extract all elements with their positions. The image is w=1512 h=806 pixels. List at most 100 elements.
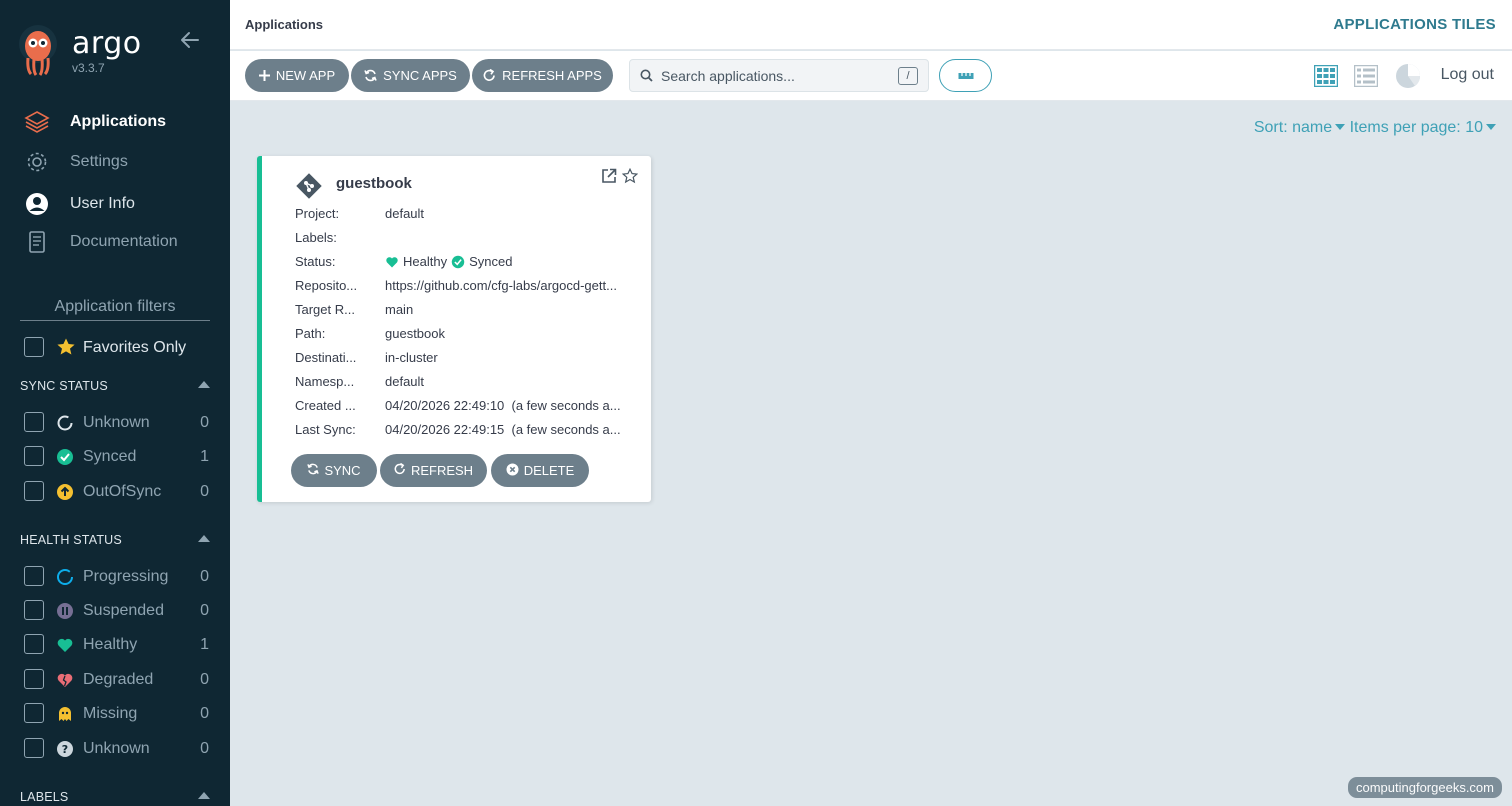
search-input[interactable] (661, 64, 891, 88)
new-app-button[interactable]: NEW APP (245, 59, 349, 92)
sync-label: SYNC (324, 463, 361, 478)
logout-link[interactable]: Log out (1441, 66, 1494, 84)
sidebar-item-applications[interactable]: Applications (24, 108, 166, 136)
favorites-only-checkbox[interactable] (24, 337, 44, 357)
filter-checkbox[interactable] (24, 600, 44, 620)
star-outline-icon[interactable] (622, 168, 638, 184)
grid-icon (1314, 65, 1338, 87)
filter-label: Unknown (83, 414, 150, 431)
pause-circle-icon (56, 602, 74, 620)
application-tile-guestbook[interactable]: guestbook Project: default Labels: Statu… (257, 156, 651, 502)
question-circle-icon: ? (56, 740, 74, 758)
refresh-icon (394, 462, 406, 478)
sidebar-item-label: Applications (70, 113, 167, 130)
filter-label: Progressing (83, 568, 169, 585)
sync-apps-label: SYNC APPS (383, 68, 457, 83)
list-view-toggle[interactable] (1353, 64, 1379, 88)
filter-label: Suspended (83, 602, 164, 619)
field-label: Project: (295, 206, 340, 221)
field-value: in-cluster (385, 350, 438, 365)
filter-row-healthy[interactable]: Healthy 1 (24, 634, 214, 656)
filter-count: 1 (200, 636, 209, 653)
filter-label: Unknown (83, 740, 150, 757)
filter-count: 0 (200, 740, 209, 757)
search-box[interactable]: / (629, 59, 929, 92)
filter-checkbox[interactable] (24, 446, 44, 466)
health-status-section-header[interactable]: HEALTH STATUS (20, 533, 214, 549)
field-namespace: Namesp... default (295, 374, 635, 392)
ghost-icon (56, 705, 74, 723)
sort-label: Sort: name (1253, 119, 1333, 136)
filter-row-synced[interactable]: Synced 1 (24, 446, 214, 468)
refresh-button[interactable]: REFRESH (380, 454, 487, 487)
sort-dropdown[interactable]: Sort: name (1253, 119, 1346, 136)
delete-button[interactable]: DELETE (491, 454, 589, 487)
filter-row-progressing[interactable]: Progressing 0 (24, 566, 214, 588)
progress-circle-icon (56, 568, 74, 586)
sync-button[interactable]: SYNC (291, 454, 377, 487)
filter-checkbox[interactable] (24, 566, 44, 586)
sync-icon (364, 69, 377, 82)
sidebar-item-settings[interactable]: Settings (24, 148, 128, 176)
field-value: main (385, 302, 414, 317)
times-circle-icon (506, 463, 519, 479)
sync-status-title: SYNC STATUS (20, 379, 108, 393)
argo-octopus-logo-icon (19, 25, 57, 76)
filter-row-sync-unknown[interactable]: Unknown 0 (24, 412, 214, 434)
filter-checkbox[interactable] (24, 481, 44, 501)
filter-row-degraded[interactable]: Degraded 0 (24, 669, 214, 691)
filter-checkbox[interactable] (24, 738, 44, 758)
filter-row-health-unknown[interactable]: ? Unknown 0 (24, 738, 214, 760)
field-label: Path: (295, 326, 326, 341)
sidebar-item-label: User Info (70, 195, 135, 212)
external-link-icon[interactable] (601, 168, 617, 184)
filter-row-suspended[interactable]: Suspended 0 (24, 600, 214, 622)
sidebar-item-documentation[interactable]: Documentation (24, 228, 178, 256)
sidebar-item-user-info[interactable]: User Info (24, 190, 135, 218)
gear-icon (24, 149, 50, 175)
sync-apps-button[interactable]: SYNC APPS (351, 59, 470, 92)
items-per-page-dropdown[interactable]: Items per page: 10 (1350, 119, 1496, 136)
filter-checkbox[interactable] (24, 669, 44, 689)
check-circle-icon (56, 448, 74, 466)
field-project: Project: default (295, 206, 635, 224)
filter-checkbox[interactable] (24, 634, 44, 654)
field-destination: Destinati... in-cluster (295, 350, 635, 368)
favorites-only-filter[interactable]: Favorites Only (24, 337, 214, 359)
breadcrumb[interactable]: Applications (245, 17, 323, 32)
caret-up-icon (198, 535, 210, 542)
field-path: Path: guestbook (295, 326, 635, 344)
collapse-sidebar-arrow-icon[interactable] (180, 30, 200, 50)
field-value: 04/20/2026 22:49:10 (a few seconds a... (385, 398, 621, 413)
filter-label: Synced (83, 448, 137, 465)
refresh-label: REFRESH (410, 463, 474, 478)
labels-section-header[interactable]: LABELS (20, 790, 214, 806)
field-labels: Labels: (295, 230, 635, 248)
application-name[interactable]: guestbook (336, 175, 412, 192)
filter-checkbox[interactable] (24, 412, 44, 432)
summary-view-toggle[interactable] (1395, 64, 1421, 88)
arrow-up-circle-icon (56, 483, 74, 501)
labels-title: LABELS (20, 790, 69, 804)
field-label: Destinati... (295, 350, 357, 365)
filter-label: Degraded (83, 671, 154, 688)
filter-checkbox[interactable] (24, 703, 44, 723)
sync-status: Synced (469, 254, 513, 269)
field-target-revision: Target R... main (295, 302, 635, 320)
refresh-apps-button[interactable]: REFRESH APPS (472, 59, 613, 92)
filter-row-out-of-sync[interactable]: OutOfSync 0 (24, 481, 214, 503)
caret-down-icon (1335, 123, 1346, 130)
svg-text:?: ? (62, 743, 68, 756)
field-value: guestbook (385, 326, 445, 341)
field-created: Created ... 04/20/2026 22:49:10 (a few s… (295, 398, 635, 416)
filter-count: 0 (200, 602, 209, 619)
filter-row-missing[interactable]: Missing 0 (24, 703, 214, 725)
app-name: argo (72, 26, 142, 61)
tiles-view-toggle[interactable] (1313, 64, 1339, 88)
field-label: Status: (295, 254, 336, 269)
book-icon (24, 229, 50, 255)
filters-toggle-button[interactable] (939, 59, 992, 92)
filter-count: 0 (200, 705, 209, 722)
field-repository: Reposito... https://github.com/cfg-labs/… (295, 278, 635, 296)
sync-status-section-header[interactable]: SYNC STATUS (20, 379, 214, 395)
